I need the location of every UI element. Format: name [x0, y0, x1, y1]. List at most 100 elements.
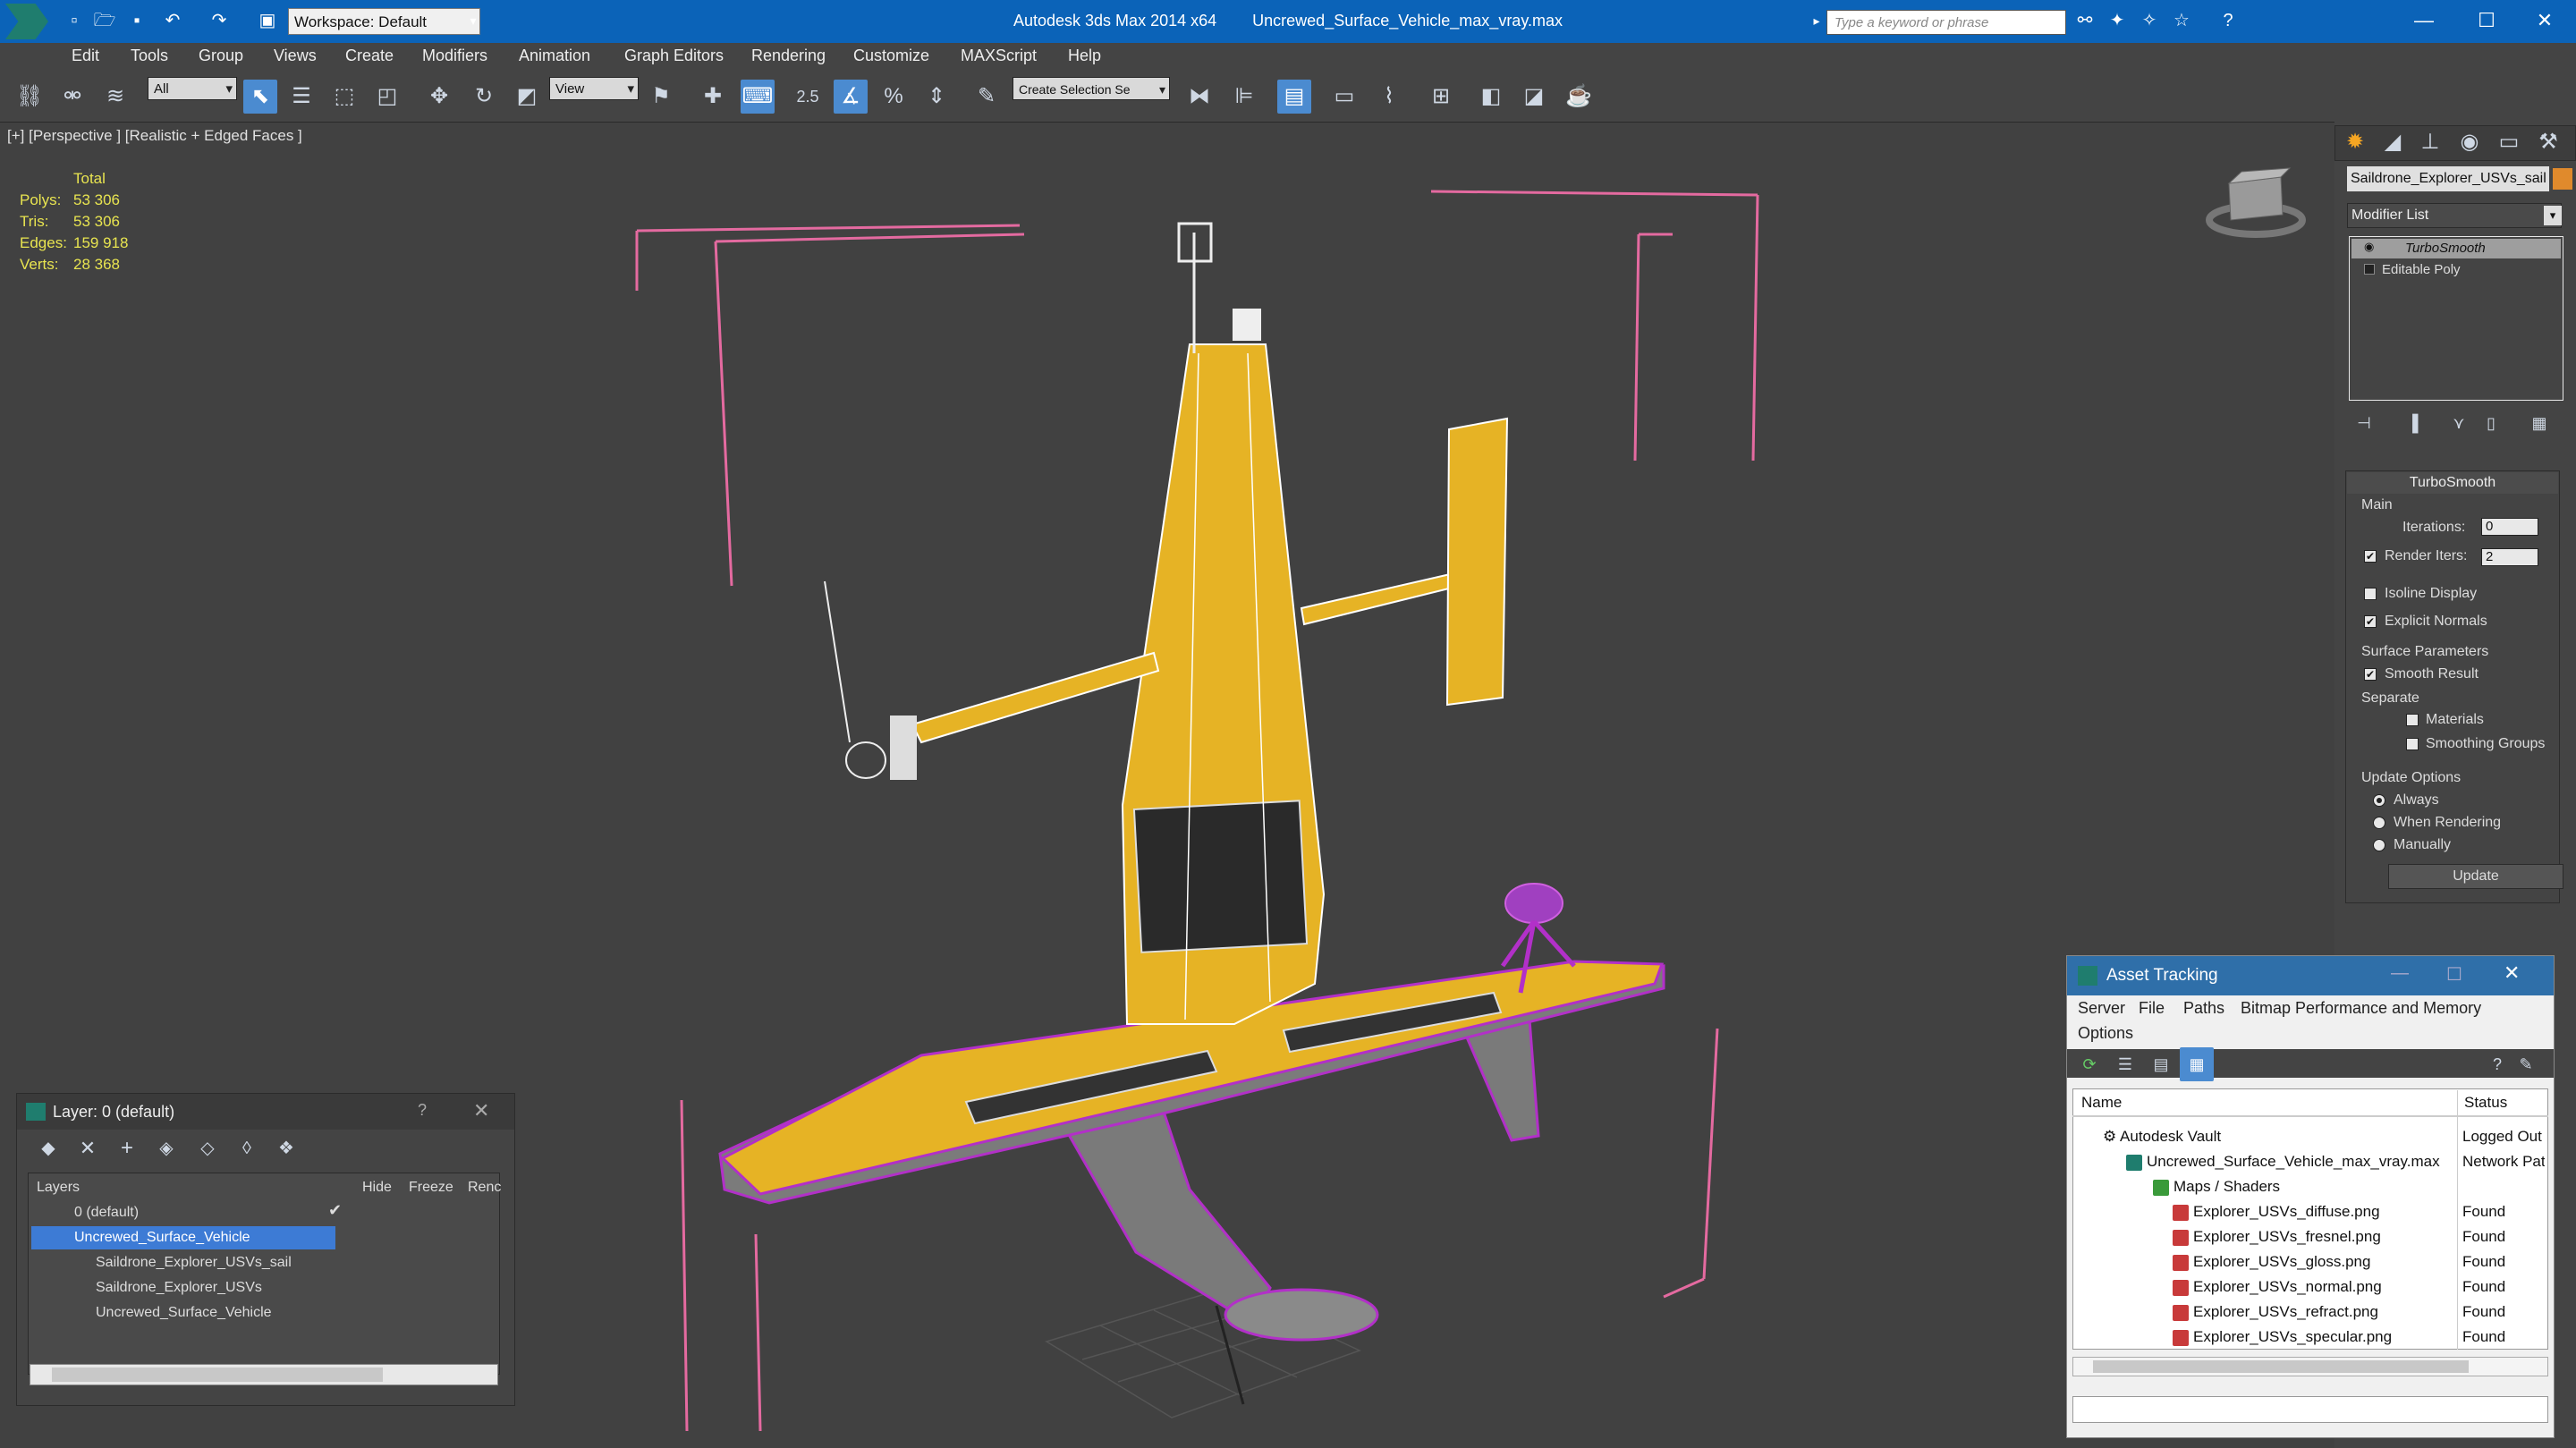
render-column-header[interactable]: Renc — [468, 1176, 501, 1199]
manipulate-icon[interactable]: ✚ — [696, 80, 730, 114]
layers-column-header[interactable]: Layers — [37, 1176, 80, 1199]
move-icon[interactable]: ✥ — [422, 80, 456, 114]
angle-snap-icon[interactable]: ∡ — [834, 80, 868, 114]
remove-modifier-icon[interactable]: ▯ — [2474, 406, 2508, 440]
menu-create[interactable]: Create — [345, 43, 394, 69]
motion-tab-icon[interactable]: ◉ — [2453, 125, 2487, 159]
asset-row[interactable]: Uncrewed_Surface_Vehicle_max_vray.max — [2126, 1149, 2461, 1174]
hierarchy-tab-icon[interactable]: ⊥ — [2413, 125, 2447, 159]
asset-menu-bitmap[interactable]: Bitmap Performance and Memory — [2241, 999, 2481, 1018]
selection-filter-dropdown[interactable]: All — [148, 77, 237, 101]
select-by-name-icon[interactable]: ☰ — [284, 80, 318, 114]
menu-animation[interactable]: Animation — [519, 43, 590, 69]
render-iters-spinner[interactable]: 2 — [2481, 548, 2538, 566]
menu-modifiers[interactable]: Modifiers — [422, 43, 487, 69]
materials-checkbox[interactable] — [2406, 714, 2419, 726]
modifier-stack[interactable]: TurboSmooth ◉ Editable Poly — [2349, 236, 2563, 401]
utilities-tab-icon[interactable]: ⚒ — [2531, 125, 2565, 159]
asset-pin-icon[interactable]: ✎ — [2509, 1047, 2543, 1081]
bind-space-warp-icon[interactable]: ≋ — [98, 80, 132, 114]
viewcube-icon[interactable] — [2206, 167, 2306, 238]
menu-maxscript[interactable]: MAXScript — [961, 43, 1037, 69]
search-input[interactable]: Type a keyword or phrase — [1826, 10, 2066, 35]
create-layer-icon[interactable]: ◆ — [31, 1131, 65, 1165]
refresh-icon[interactable]: ⟳ — [2072, 1047, 2106, 1081]
make-unique-icon[interactable]: ⋎ — [2442, 406, 2476, 440]
layer-horizontal-scrollbar[interactable] — [30, 1364, 498, 1385]
list-view-icon[interactable]: ☰ — [2108, 1047, 2142, 1081]
layer-panel-title[interactable]: Layer: 0 (default) — [17, 1094, 514, 1130]
explicit-normals-checkbox[interactable]: ✔ — [2364, 615, 2377, 628]
layer-explorer-icon[interactable]: ▤ — [1277, 80, 1311, 114]
subscription-icon[interactable]: ✧ — [2138, 9, 2161, 32]
minimize-button[interactable]: — — [2393, 0, 2455, 41]
hide-column-header[interactable]: Hide — [362, 1176, 392, 1199]
modify-tab-icon[interactable]: ◢ — [2376, 125, 2410, 159]
menu-group[interactable]: Group — [199, 43, 243, 69]
rollout-title[interactable]: TurboSmooth — [2347, 472, 2558, 494]
grid-view-icon[interactable]: ▦ — [2180, 1047, 2214, 1081]
binoculars-icon[interactable]: ⚯ — [2073, 9, 2097, 32]
menu-help[interactable]: Help — [1068, 43, 1101, 69]
select-in-layer-icon[interactable]: ◈ — [149, 1131, 183, 1165]
smooth-result-checkbox[interactable]: ✔ — [2364, 668, 2377, 681]
pin-stack-icon[interactable]: ⊣ — [2347, 406, 2381, 440]
align-icon[interactable]: ⊫ — [1227, 80, 1261, 114]
asset-row[interactable]: Maps / Shaders — [2153, 1174, 2457, 1199]
graphite-ribbon-icon[interactable]: ▭ — [1327, 80, 1361, 114]
rotate-icon[interactable]: ↻ — [467, 80, 501, 114]
asset-row[interactable]: Explorer_USVs_gloss.png — [2173, 1249, 2459, 1274]
reference-coordinate-dropdown[interactable]: View — [549, 77, 639, 101]
select-object-icon[interactable]: ⬉ — [243, 80, 277, 114]
layer-row-selected[interactable]: Uncrewed_Surface_Vehicle — [31, 1226, 335, 1249]
scrollbar-thumb[interactable] — [52, 1368, 383, 1382]
percent-snap-icon[interactable]: % — [877, 80, 911, 114]
add-to-layer-icon[interactable]: + — [110, 1131, 144, 1165]
iterations-spinner[interactable]: 0 — [2481, 518, 2538, 536]
stack-item-editable-poly[interactable]: Editable Poly — [2351, 260, 2561, 280]
maximize-button[interactable]: ☐ — [2455, 0, 2518, 41]
curve-editor-icon[interactable]: ⌇ — [1372, 80, 1406, 114]
select-link-icon[interactable]: ⛓ — [13, 80, 47, 114]
material-editor-icon[interactable]: ◧ — [1474, 80, 1508, 114]
configure-sets-icon[interactable]: ▦ — [2522, 406, 2556, 440]
layer-row[interactable]: Saildrone_Explorer_USVs_sail — [71, 1251, 292, 1274]
asset-horizontal-scrollbar[interactable] — [2072, 1357, 2548, 1376]
mirror-icon[interactable]: ⧓ — [1182, 80, 1216, 114]
status-column-header[interactable]: Status — [2464, 1090, 2507, 1115]
infocenter-icon[interactable]: ✦ — [2106, 9, 2129, 32]
scale-icon[interactable]: ◩ — [510, 80, 544, 114]
active-layer-check-icon[interactable]: ✔ — [328, 1201, 342, 1220]
named-selection-set-dropdown[interactable]: Create Selection Se — [1013, 77, 1170, 101]
help-icon[interactable]: ? — [2216, 9, 2240, 32]
update-button[interactable]: Update — [2388, 864, 2563, 889]
always-radio[interactable] — [2373, 794, 2385, 807]
object-name-field[interactable]: Saildrone_Explorer_USVs_sail — [2347, 166, 2549, 191]
layer-close-button[interactable]: ✕ — [473, 1099, 489, 1122]
scrollbar-thumb[interactable] — [2093, 1360, 2469, 1373]
asset-minimize-button[interactable]: — — [2391, 963, 2409, 984]
keyboard-shortcut-override-icon[interactable]: ⌨ — [741, 80, 775, 114]
freeze-column-header[interactable]: Freeze — [409, 1176, 453, 1199]
highlight-layer-icon[interactable]: ◇ — [191, 1131, 225, 1165]
freeze-all-icon[interactable]: ❖ — [269, 1131, 303, 1165]
create-tab-icon[interactable]: ✹ — [2338, 125, 2372, 159]
menu-views[interactable]: Views — [274, 43, 317, 69]
smoothing-groups-checkbox[interactable] — [2406, 738, 2419, 750]
object-color-swatch[interactable] — [2553, 168, 2572, 190]
layer-row[interactable]: Saildrone_Explorer_USVs — [71, 1276, 262, 1300]
menu-graph-editors[interactable]: Graph Editors — [624, 43, 724, 69]
asset-tracking-title[interactable]: Asset Tracking — [2067, 956, 2554, 995]
expand-icon[interactable] — [2364, 264, 2375, 275]
render-setup-icon[interactable]: ◪ — [1517, 80, 1551, 114]
manually-radio[interactable] — [2373, 839, 2385, 851]
render-production-icon[interactable]: ☕ — [1562, 80, 1596, 114]
asset-maximize-button[interactable]: ☐ — [2446, 963, 2462, 986]
stack-item-turbosmooth[interactable]: TurboSmooth — [2351, 239, 2561, 258]
asset-row[interactable]: ⚙ Autodesk Vault — [2103, 1124, 2452, 1149]
menu-customize[interactable]: Customize — [853, 43, 929, 69]
pivot-icon[interactable]: ⚑ — [644, 80, 678, 114]
name-column-header[interactable]: Name — [2081, 1090, 2122, 1115]
layer-row[interactable]: Uncrewed_Surface_Vehicle — [71, 1301, 272, 1325]
schematic-view-icon[interactable]: ⊞ — [1424, 80, 1458, 114]
